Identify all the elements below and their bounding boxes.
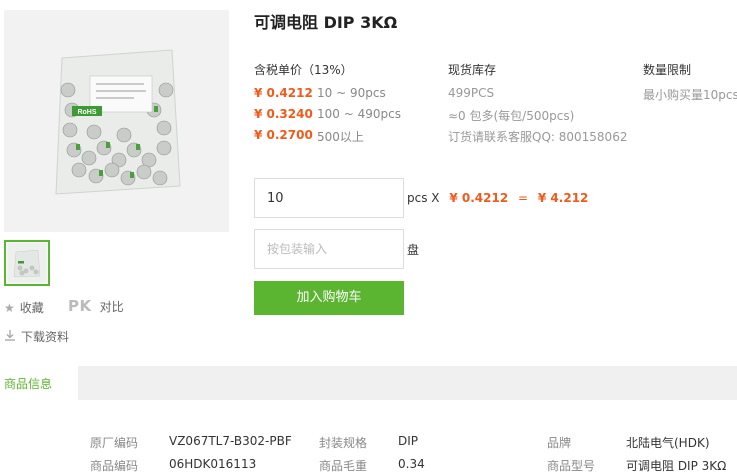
stock-count: 499PCS [448,86,495,100]
favorite-label: 收藏 [19,301,44,315]
tier-range: 500以上 [317,130,364,144]
price-calculation: pcs X ¥ 0.4212 = ¥ 4.212 [407,191,588,205]
spec-key: 品牌 [547,436,572,450]
tier-price: ¥ 0.3240 [254,107,313,121]
favorite-link[interactable]: ★ 收藏 [4,299,44,316]
compare-link[interactable]: PK 对比 [68,297,124,315]
limit-header: 数量限制 [643,63,692,77]
star-icon: ★ [4,300,15,315]
spec-key: 商品编码 [90,459,139,473]
rohs-label: RoHS [77,109,96,116]
product-image[interactable]: RoHS [4,10,229,232]
spec-value: DIP [398,434,419,448]
unit-label: pcs X [407,191,440,205]
limit-text: 最小购买量10pcs [643,88,737,102]
compare-label: 对比 [99,299,124,314]
stock-packs: ≈0 包多(每包/500pcs) [448,109,575,123]
spec-value: 北陆电气(HDK) [626,436,710,450]
spec-key: 封装规格 [319,436,368,450]
package-unit: 盘 [407,243,420,257]
stock-contact: 订货请联系客服QQ: 800158062 [448,130,628,144]
price-header: 含税单价（13%） [254,63,353,77]
add-to-cart-button[interactable]: 加入购物车 [254,281,404,315]
spec-key: 原厂编码 [90,436,139,450]
tier-price: ¥ 0.4212 [254,86,313,100]
stock-header: 现货库存 [448,63,497,77]
spec-key: 商品型号 [547,459,596,473]
tier-price: ¥ 0.2700 [254,128,313,142]
tab-product-info[interactable]: 商品信息 [0,366,78,400]
product-title: 可调电阻 DIP 3KΩ [254,13,398,32]
unit-price: ¥ 0.4212 [449,191,509,205]
spec-value: 06HDK016113 [169,457,257,471]
spec-key: 商品毛重 [319,459,368,473]
download-icon [4,329,16,344]
total-price: ¥ 4.212 [537,191,589,205]
tab-bar: 商品信息 [0,366,737,400]
product-photo: RoHS [4,10,229,232]
product-thumbnail[interactable] [4,240,50,286]
spec-value: 可调电阻 DIP 3KΩ [626,459,727,473]
package-input[interactable] [254,229,404,269]
download-link[interactable]: 下载资料 [4,328,69,345]
equals-sign: = [518,191,529,205]
quantity-input[interactable] [254,178,404,218]
price-tier: ¥ 0.2700 500以上 [254,128,364,145]
spec-value: VZ067TL7-B302-PBF [169,434,292,448]
spec-value: 0.34 [398,457,425,471]
pk-label: PK [68,297,92,315]
price-tier: ¥ 0.4212 10 ~ 90pcs [254,86,386,100]
tier-range: 10 ~ 90pcs [317,86,386,100]
thumbnail-photo [8,244,46,282]
tier-range: 100 ~ 490pcs [317,107,401,121]
price-tier: ¥ 0.3240 100 ~ 490pcs [254,107,401,121]
download-label: 下载资料 [21,330,70,344]
